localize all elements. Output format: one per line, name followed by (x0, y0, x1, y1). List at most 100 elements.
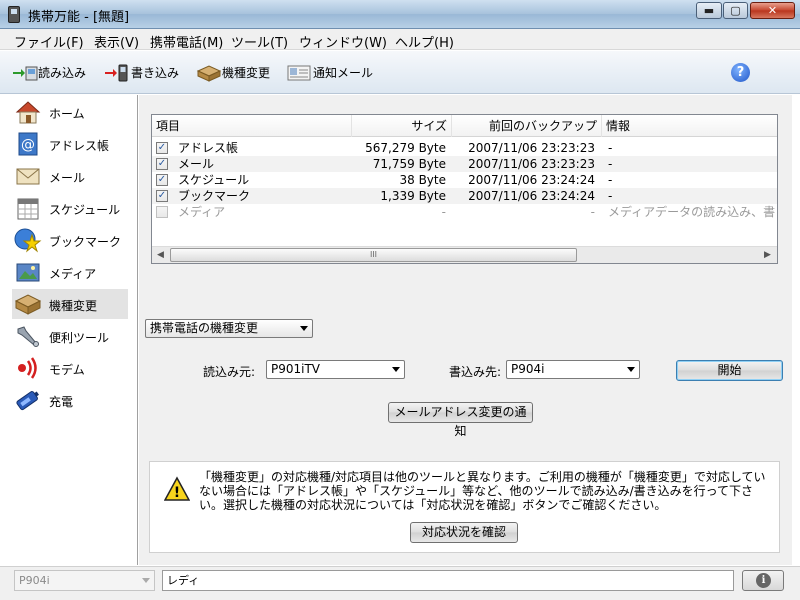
column-item[interactable]: 項目 (152, 115, 352, 137)
sidebar-item-model-change[interactable]: 機種変更 (12, 289, 128, 319)
target-select[interactable]: P904i (506, 360, 640, 379)
scroll-right-icon[interactable]: ▶ (764, 250, 771, 260)
row-backup: 2007/11/06 23:23:23 (468, 157, 595, 171)
model-change-icon (14, 291, 42, 317)
notify-mail-toolbar-button[interactable]: 通知メール (287, 64, 373, 82)
row-checkbox[interactable]: ✓ (156, 142, 168, 154)
sidebar-item-label: スケジュール (49, 203, 121, 217)
sidebar-item-media[interactable]: メディア (12, 257, 128, 287)
mode-select-value: 携帯電話の機種変更 (150, 321, 259, 335)
row-info: メディアデータの読み込み、書き込 (608, 205, 777, 219)
write-label: 書き込み (131, 66, 180, 80)
check-support-button[interactable]: 対応状況を確認 (410, 522, 518, 543)
modem-icon (14, 355, 42, 381)
source-select[interactable]: P901iTV (266, 360, 405, 379)
chevron-down-icon (392, 367, 400, 372)
table-row[interactable]: ✓ メール 71,759 Byte 2007/11/06 23:23:23 - (152, 156, 777, 172)
horizontal-scrollbar[interactable]: ◀ III ▶ (152, 246, 777, 263)
table-row[interactable]: ✓ スケジュール 38 Byte 2007/11/06 23:24:24 - (152, 172, 777, 188)
row-info: - (608, 189, 613, 203)
sidebar-item-label: アドレス帳 (49, 139, 110, 153)
menu-tools[interactable]: ツール(T) (231, 32, 288, 51)
target-select-value: P904i (511, 362, 545, 376)
row-checkbox[interactable]: ✓ (156, 158, 168, 170)
close-button[interactable]: ✕ (750, 2, 795, 19)
maximize-button[interactable]: ▢ (723, 2, 748, 19)
row-backup: - (590, 205, 595, 219)
title-bar: 携帯万能 - [無題] ▬ ▢ ✕ (0, 0, 800, 29)
media-icon (14, 259, 42, 285)
phone-app-icon (8, 6, 20, 23)
row-name: ブックマーク (178, 189, 251, 203)
chevron-down-icon (627, 367, 635, 372)
sidebar-item-label: モデム (49, 363, 85, 377)
mode-select[interactable]: 携帯電話の機種変更 (145, 319, 313, 338)
info-button[interactable]: i (742, 570, 784, 591)
row-name: スケジュール (178, 173, 250, 187)
notify-card-icon (287, 64, 313, 82)
table-row[interactable]: ✓ ブックマーク 1,339 Byte 2007/11/06 23:24:24 … (152, 188, 777, 204)
start-button[interactable]: 開始 (676, 360, 783, 381)
notify-mail-change-button[interactable]: メールアドレス変更の通知 (388, 402, 533, 438)
sidebar-item-home[interactable]: ホーム (12, 97, 128, 127)
status-text: レディ (162, 570, 734, 591)
menu-file[interactable]: ファイル(F) (14, 32, 84, 51)
sidebar-item-label: メディア (49, 267, 97, 281)
window-title: 携帯万能 - [無題] (28, 10, 130, 25)
read-toolbar-button[interactable]: 読み込み (12, 64, 86, 82)
sidebar-item-tools[interactable]: 便利ツール (12, 321, 128, 351)
tools-icon (14, 323, 42, 349)
scroll-thumb[interactable]: III (170, 248, 577, 262)
sidebar-item-charge[interactable]: 充電 (12, 385, 128, 415)
sidebar-item-modem[interactable]: モデム (12, 353, 128, 383)
sidebar-item-label: 機種変更 (49, 299, 98, 313)
row-info: - (608, 141, 613, 155)
warning-icon: ! (163, 476, 191, 502)
table-row[interactable]: ✓ アドレス帳 567,279 Byte 2007/11/06 23:23:23… (152, 140, 777, 156)
menu-phone[interactable]: 携帯電話(M) (150, 32, 223, 51)
bookmark-icon (14, 227, 42, 253)
device-select[interactable]: P904i (14, 570, 155, 591)
column-info[interactable]: 情報 (602, 115, 777, 137)
device-select-value: P904i (19, 574, 50, 587)
sidebar: ホーム @ アドレス帳 メール スケジュール ブックマーク メディア 機種変更 … (10, 95, 138, 565)
help-icon[interactable]: ? (731, 63, 750, 82)
column-last-backup[interactable]: 前回のバックアップ (452, 115, 602, 137)
box-icon (196, 64, 222, 82)
menu-help[interactable]: ヘルプ(H) (395, 32, 454, 51)
write-arrow-icon (105, 64, 131, 82)
chevron-down-icon (300, 326, 308, 331)
sidebar-item-mail[interactable]: メール (12, 161, 128, 191)
sidebar-item-bookmark[interactable]: ブックマーク (12, 225, 128, 255)
target-label: 書込み先: (449, 365, 502, 379)
mail-icon (14, 163, 42, 189)
sidebar-item-schedule[interactable]: スケジュール (12, 193, 128, 223)
sidebar-item-label: 便利ツール (49, 331, 110, 345)
scroll-left-icon[interactable]: ◀ (157, 250, 164, 260)
model-change-toolbar-button[interactable]: 機種変更 (196, 64, 270, 82)
sidebar-item-label: メール (49, 171, 86, 185)
table-header: 項目 サイズ 前回のバックアップ 情報 (152, 115, 777, 137)
column-size[interactable]: サイズ (352, 115, 452, 137)
menu-bar: ファイル(F) 表示(V) 携帯電話(M) ツール(T) ウィンドウ(W) ヘル… (0, 29, 800, 51)
row-size: 1,339 Byte (380, 189, 446, 203)
sidebar-item-label: ホーム (49, 107, 85, 121)
row-name: アドレス帳 (178, 141, 239, 155)
row-checkbox[interactable]: ✓ (156, 190, 168, 202)
table-row[interactable]: メディア - - メディアデータの読み込み、書き込 (152, 204, 777, 220)
address-book-icon: @ (14, 131, 42, 157)
row-size: 567,279 Byte (365, 141, 446, 155)
backup-items-table[interactable]: 項目 サイズ 前回のバックアップ 情報 ✓ アドレス帳 567,279 Byte… (151, 114, 778, 264)
sidebar-item-label: ブックマーク (49, 235, 122, 249)
main-pane: 項目 サイズ 前回のバックアップ 情報 ✓ アドレス帳 567,279 Byte… (139, 95, 792, 565)
menu-window[interactable]: ウィンドウ(W) (299, 32, 387, 51)
minimize-button[interactable]: ▬ (696, 2, 722, 19)
info-icon: i (756, 573, 771, 588)
status-bar: P904i レディ i (0, 566, 800, 600)
row-checkbox[interactable]: ✓ (156, 174, 168, 186)
sidebar-item-address-book[interactable]: @ アドレス帳 (12, 129, 128, 159)
menu-view[interactable]: 表示(V) (94, 32, 139, 51)
write-toolbar-button[interactable]: 書き込み (105, 64, 179, 82)
row-checkbox[interactable] (156, 206, 168, 218)
notify-mail-label: 通知メール (313, 66, 374, 80)
